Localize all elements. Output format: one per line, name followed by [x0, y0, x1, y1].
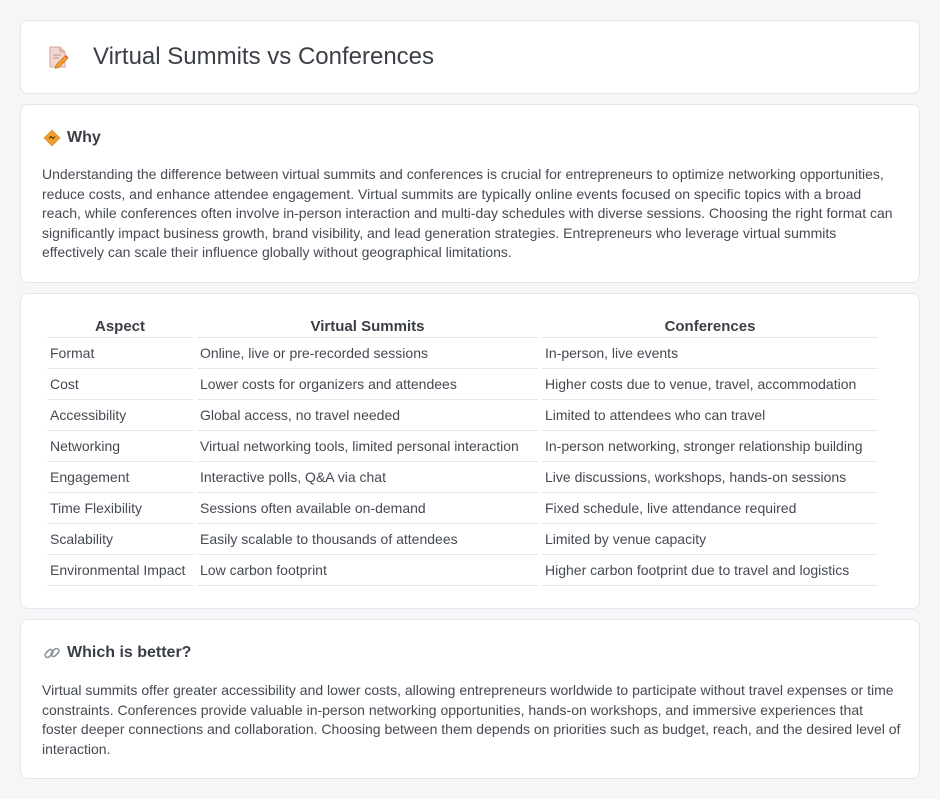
which-is-better-heading: Which is better? — [43, 644, 191, 662]
why-title: Why — [67, 129, 101, 146]
conferences-cell: Live discussions, workshops, hands-on se… — [542, 462, 878, 493]
column-header-virtual-summits: Virtual Summits — [197, 316, 538, 338]
why-body: Understanding the difference between vir… — [42, 166, 893, 261]
conferences-cell: In-person networking, stronger relations… — [542, 431, 878, 462]
column-header-aspect: Aspect — [47, 316, 193, 338]
header-card: Virtual Summits vs Conferences — [20, 20, 920, 94]
virtual-summits-cell: Virtual networking tools, limited person… — [197, 431, 538, 462]
aspect-cell: Scalability — [47, 524, 193, 555]
which-is-better-section: Which is better? Virtual summits offer g… — [20, 619, 920, 779]
aspect-cell: Accessibility — [47, 400, 193, 431]
aspect-cell: Cost — [47, 369, 193, 400]
virtual-summits-cell: Global access, no travel needed — [197, 400, 538, 431]
comparison-table: Aspect Virtual Summits Conferences Forma… — [43, 316, 882, 586]
table-row: Accessibility Global access, no travel n… — [47, 400, 878, 431]
table-row: Time Flexibility Sessions often availabl… — [47, 493, 878, 524]
aspect-cell: Networking — [47, 431, 193, 462]
page-title: Virtual Summits vs Conferences — [93, 43, 435, 70]
conferences-cell: Higher costs due to venue, travel, accom… — [542, 369, 878, 400]
conferences-cell: Limited to attendees who can travel — [542, 400, 878, 431]
page-title-row: Virtual Summits vs Conferences — [47, 43, 434, 71]
conferences-cell: In-person, live events — [542, 338, 878, 369]
aspect-cell: Engagement — [47, 462, 193, 493]
why-section: Why Understanding the difference between… — [20, 104, 920, 283]
column-header-conferences: Conferences — [542, 316, 878, 338]
virtual-summits-cell: Lower costs for organizers and attendees — [197, 369, 538, 400]
table-row: Format Online, live or pre-recorded sess… — [47, 338, 878, 369]
which-is-better-title: Which is better? — [67, 644, 192, 661]
table-header-row: Aspect Virtual Summits Conferences — [47, 316, 878, 338]
virtual-summits-cell: Sessions often available on-demand — [197, 493, 538, 524]
conferences-cell: Higher carbon footprint due to travel an… — [542, 555, 878, 586]
why-heading: Why — [43, 129, 101, 147]
virtual-summits-cell: Low carbon footprint — [197, 555, 538, 586]
virtual-summits-cell: Online, live or pre-recorded sessions — [197, 338, 538, 369]
which-is-better-body: Virtual summits offer greater accessibil… — [42, 682, 901, 757]
virtual-summits-cell: Interactive polls, Q&A via chat — [197, 462, 538, 493]
conferences-cell: Limited by venue capacity — [542, 524, 878, 555]
conferences-cell: Fixed schedule, live attendance required — [542, 493, 878, 524]
comparison-section: Aspect Virtual Summits Conferences Forma… — [20, 293, 920, 609]
document-edit-icon — [47, 45, 69, 69]
table-row: Scalability Easily scalable to thousands… — [47, 524, 878, 555]
virtual-summits-cell: Easily scalable to thousands of attendee… — [197, 524, 538, 555]
table-row: Networking Virtual networking tools, lim… — [47, 431, 878, 462]
link-icon — [43, 644, 61, 662]
aspect-cell: Time Flexibility — [47, 493, 193, 524]
table-row: Engagement Interactive polls, Q&A via ch… — [47, 462, 878, 493]
diamond-warning-icon — [43, 129, 61, 147]
aspect-cell: Format — [47, 338, 193, 369]
table-row: Cost Lower costs for organizers and atte… — [47, 369, 878, 400]
aspect-cell: Environmental Impact — [47, 555, 193, 586]
table-row: Environmental Impact Low carbon footprin… — [47, 555, 878, 586]
